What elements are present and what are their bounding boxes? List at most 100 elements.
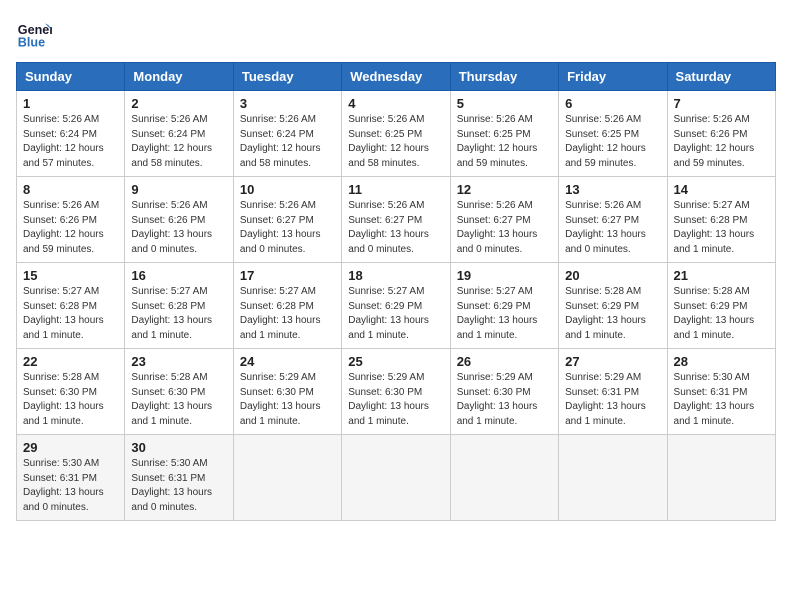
sunrise-label: Sunrise: 5:27 AM — [23, 286, 99, 297]
sunrise-label: Sunrise: 5:27 AM — [240, 286, 316, 297]
sunrise-label: Sunrise: 5:29 AM — [457, 372, 533, 383]
daylight-label: Daylight: 13 hours and 1 minute. — [565, 401, 646, 427]
daylight-label: Daylight: 13 hours and 1 minute. — [348, 401, 429, 427]
sunrise-label: Sunrise: 5:27 AM — [348, 286, 424, 297]
sunset-label: Sunset: 6:28 PM — [240, 301, 314, 312]
sunrise-label: Sunrise: 5:26 AM — [348, 114, 424, 125]
daylight-label: Daylight: 13 hours and 0 minutes. — [23, 487, 104, 513]
col-header-monday: Monday — [125, 63, 233, 91]
col-header-tuesday: Tuesday — [233, 63, 341, 91]
day-number: 25 — [348, 354, 443, 369]
day-info: Sunrise: 5:26 AM Sunset: 6:26 PM Dayligh… — [23, 199, 118, 257]
sunrise-label: Sunrise: 5:28 AM — [674, 286, 750, 297]
sunrise-label: Sunrise: 5:28 AM — [565, 286, 641, 297]
calendar-cell: 15 Sunrise: 5:27 AM Sunset: 6:28 PM Dayl… — [17, 263, 125, 349]
sunset-label: Sunset: 6:25 PM — [348, 129, 422, 140]
day-number: 12 — [457, 182, 552, 197]
day-info: Sunrise: 5:27 AM Sunset: 6:29 PM Dayligh… — [348, 285, 443, 343]
sunrise-label: Sunrise: 5:26 AM — [240, 200, 316, 211]
calendar-cell: 3 Sunrise: 5:26 AM Sunset: 6:24 PM Dayli… — [233, 91, 341, 177]
calendar-cell: 11 Sunrise: 5:26 AM Sunset: 6:27 PM Dayl… — [342, 177, 450, 263]
daylight-label: Daylight: 13 hours and 1 minute. — [674, 401, 755, 427]
sunrise-label: Sunrise: 5:29 AM — [240, 372, 316, 383]
col-header-friday: Friday — [559, 63, 667, 91]
day-number: 10 — [240, 182, 335, 197]
day-info: Sunrise: 5:26 AM Sunset: 6:26 PM Dayligh… — [674, 113, 769, 171]
sunset-label: Sunset: 6:27 PM — [240, 215, 314, 226]
day-info: Sunrise: 5:26 AM Sunset: 6:24 PM Dayligh… — [240, 113, 335, 171]
daylight-label: Daylight: 12 hours and 59 minutes. — [23, 229, 104, 255]
sunset-label: Sunset: 6:24 PM — [131, 129, 205, 140]
calendar-cell: 25 Sunrise: 5:29 AM Sunset: 6:30 PM Dayl… — [342, 349, 450, 435]
sunset-label: Sunset: 6:24 PM — [23, 129, 97, 140]
day-number: 26 — [457, 354, 552, 369]
daylight-label: Daylight: 13 hours and 1 minute. — [23, 401, 104, 427]
sunset-label: Sunset: 6:27 PM — [348, 215, 422, 226]
daylight-label: Daylight: 12 hours and 59 minutes. — [674, 143, 755, 169]
day-number: 6 — [565, 96, 660, 111]
sunrise-label: Sunrise: 5:26 AM — [131, 114, 207, 125]
day-number: 27 — [565, 354, 660, 369]
day-info: Sunrise: 5:29 AM Sunset: 6:30 PM Dayligh… — [457, 371, 552, 429]
day-number: 13 — [565, 182, 660, 197]
daylight-label: Daylight: 13 hours and 1 minute. — [674, 315, 755, 341]
day-info: Sunrise: 5:26 AM Sunset: 6:25 PM Dayligh… — [457, 113, 552, 171]
sunrise-label: Sunrise: 5:26 AM — [240, 114, 316, 125]
sunset-label: Sunset: 6:27 PM — [457, 215, 531, 226]
sunset-label: Sunset: 6:25 PM — [457, 129, 531, 140]
sunset-label: Sunset: 6:28 PM — [131, 301, 205, 312]
daylight-label: Daylight: 12 hours and 58 minutes. — [348, 143, 429, 169]
sunrise-label: Sunrise: 5:30 AM — [131, 458, 207, 469]
calendar-cell: 20 Sunrise: 5:28 AM Sunset: 6:29 PM Dayl… — [559, 263, 667, 349]
calendar-cell: 22 Sunrise: 5:28 AM Sunset: 6:30 PM Dayl… — [17, 349, 125, 435]
logo-icon: General Blue — [16, 16, 52, 52]
daylight-label: Daylight: 13 hours and 1 minute. — [457, 401, 538, 427]
day-info: Sunrise: 5:29 AM Sunset: 6:30 PM Dayligh… — [348, 371, 443, 429]
day-number: 24 — [240, 354, 335, 369]
sunrise-label: Sunrise: 5:26 AM — [457, 200, 533, 211]
calendar-week-5: 29 Sunrise: 5:30 AM Sunset: 6:31 PM Dayl… — [17, 435, 776, 521]
daylight-label: Daylight: 13 hours and 0 minutes. — [131, 229, 212, 255]
col-header-saturday: Saturday — [667, 63, 775, 91]
day-number: 14 — [674, 182, 769, 197]
col-header-thursday: Thursday — [450, 63, 558, 91]
sunrise-label: Sunrise: 5:27 AM — [457, 286, 533, 297]
day-number: 19 — [457, 268, 552, 283]
calendar-cell: 13 Sunrise: 5:26 AM Sunset: 6:27 PM Dayl… — [559, 177, 667, 263]
day-number: 23 — [131, 354, 226, 369]
day-number: 7 — [674, 96, 769, 111]
day-info: Sunrise: 5:26 AM Sunset: 6:27 PM Dayligh… — [565, 199, 660, 257]
svg-text:Blue: Blue — [18, 36, 45, 50]
sunrise-label: Sunrise: 5:27 AM — [674, 200, 750, 211]
header: General Blue — [16, 16, 776, 52]
sunset-label: Sunset: 6:29 PM — [348, 301, 422, 312]
sunset-label: Sunset: 6:27 PM — [565, 215, 639, 226]
sunrise-label: Sunrise: 5:30 AM — [23, 458, 99, 469]
day-info: Sunrise: 5:26 AM Sunset: 6:27 PM Dayligh… — [240, 199, 335, 257]
day-number: 16 — [131, 268, 226, 283]
sunset-label: Sunset: 6:24 PM — [240, 129, 314, 140]
sunrise-label: Sunrise: 5:29 AM — [348, 372, 424, 383]
calendar-week-2: 8 Sunrise: 5:26 AM Sunset: 6:26 PM Dayli… — [17, 177, 776, 263]
sunset-label: Sunset: 6:26 PM — [131, 215, 205, 226]
daylight-label: Daylight: 13 hours and 0 minutes. — [565, 229, 646, 255]
sunset-label: Sunset: 6:26 PM — [23, 215, 97, 226]
day-number: 9 — [131, 182, 226, 197]
day-number: 4 — [348, 96, 443, 111]
day-info: Sunrise: 5:30 AM Sunset: 6:31 PM Dayligh… — [674, 371, 769, 429]
sunset-label: Sunset: 6:30 PM — [348, 387, 422, 398]
daylight-label: Daylight: 13 hours and 1 minute. — [457, 315, 538, 341]
day-info: Sunrise: 5:29 AM Sunset: 6:31 PM Dayligh… — [565, 371, 660, 429]
daylight-label: Daylight: 13 hours and 1 minute. — [23, 315, 104, 341]
calendar-cell: 23 Sunrise: 5:28 AM Sunset: 6:30 PM Dayl… — [125, 349, 233, 435]
sunset-label: Sunset: 6:29 PM — [565, 301, 639, 312]
daylight-label: Daylight: 13 hours and 1 minute. — [674, 229, 755, 255]
calendar-cell — [233, 435, 341, 521]
day-number: 15 — [23, 268, 118, 283]
calendar-cell: 18 Sunrise: 5:27 AM Sunset: 6:29 PM Dayl… — [342, 263, 450, 349]
calendar-cell: 8 Sunrise: 5:26 AM Sunset: 6:26 PM Dayli… — [17, 177, 125, 263]
daylight-label: Daylight: 13 hours and 0 minutes. — [240, 229, 321, 255]
sunrise-label: Sunrise: 5:29 AM — [565, 372, 641, 383]
day-number: 29 — [23, 440, 118, 455]
calendar-cell: 1 Sunrise: 5:26 AM Sunset: 6:24 PM Dayli… — [17, 91, 125, 177]
